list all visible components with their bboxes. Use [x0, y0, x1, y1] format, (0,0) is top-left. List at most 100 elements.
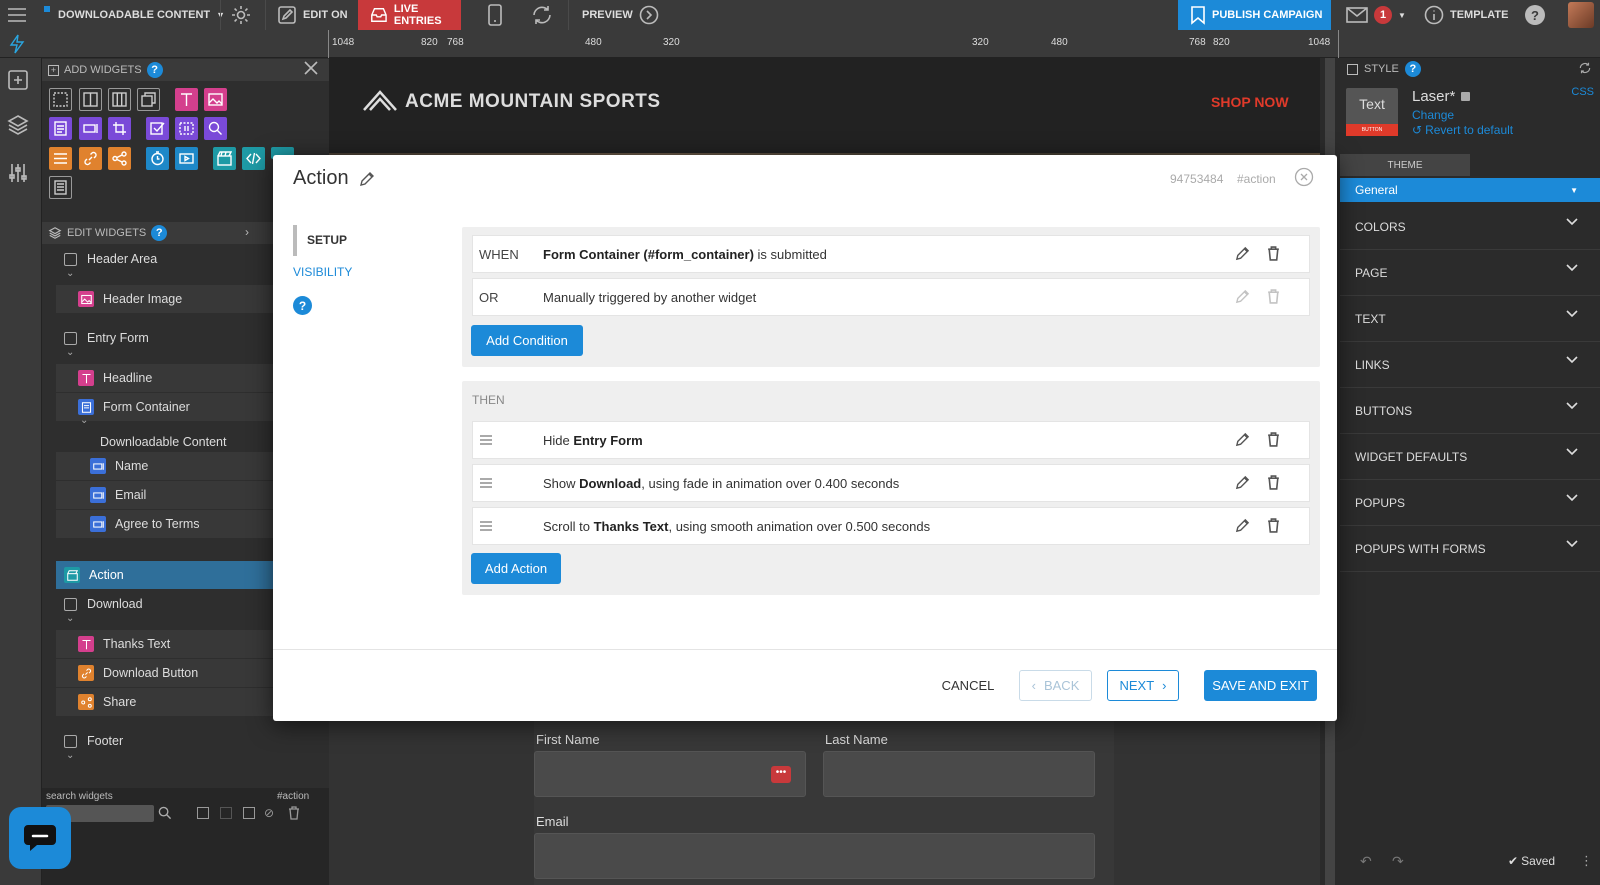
ruler-label[interactable]: 320 [663, 37, 680, 48]
drag-handle-icon[interactable] [473, 435, 543, 445]
ruler-label[interactable]: 480 [1051, 37, 1068, 48]
edit-pencil-icon[interactable] [359, 171, 375, 187]
save-and-exit-button[interactable]: SAVE AND EXIT [1204, 670, 1317, 701]
last-name-input[interactable] [823, 751, 1095, 797]
tree-item-form-container[interactable]: Form Container [56, 393, 310, 421]
add-widget-icon[interactable] [6, 68, 36, 98]
section-links[interactable]: LINKS [1340, 342, 1600, 388]
search-icon[interactable] [158, 806, 172, 820]
section-popups[interactable]: POPUPS [1340, 480, 1600, 526]
search-widget-icon[interactable] [204, 117, 227, 140]
select-icon[interactable] [243, 807, 255, 819]
ruler-label[interactable]: 768 [447, 37, 464, 48]
edit-on-toggle[interactable]: EDIT ON [277, 0, 348, 30]
help-button[interactable]: ? [1525, 0, 1545, 30]
trash-icon[interactable] [288, 806, 300, 820]
help-icon[interactable]: ? [1404, 61, 1421, 77]
tab-theme[interactable]: THEME [1340, 154, 1470, 176]
section-text[interactable]: TEXT [1340, 296, 1600, 342]
checkbox-widget-icon[interactable] [146, 117, 169, 140]
ruler-label[interactable]: 320 [972, 37, 989, 48]
tree-item-action[interactable]: Action [56, 561, 310, 589]
breakpoint-ruler[interactable]: 1048 820 768 480 320 320 480 768 820 104… [0, 30, 1600, 58]
tree-item-download[interactable]: Download [56, 590, 310, 618]
live-entries-button[interactable]: LIVE ENTRIES [358, 0, 461, 30]
css-link[interactable]: CSS [1571, 86, 1594, 98]
checkbox[interactable] [64, 252, 77, 266]
code-widget-icon[interactable] [242, 147, 265, 170]
sync-icon[interactable] [1578, 61, 1592, 75]
first-name-input[interactable]: ••• [534, 751, 806, 797]
section-page[interactable]: PAGE [1340, 250, 1600, 296]
tree-item-name[interactable]: Name [56, 452, 310, 480]
tree-item-header-image[interactable]: Header Image [56, 285, 310, 313]
ruler-label[interactable]: 480 [585, 37, 602, 48]
edit-pencil-icon[interactable] [1235, 475, 1250, 490]
redo-icon[interactable]: ↷ [1392, 853, 1404, 870]
ruler-label[interactable]: 820 [421, 37, 438, 48]
ruler-label[interactable]: 1048 [1308, 37, 1330, 48]
trash-icon[interactable] [1267, 475, 1280, 490]
add-condition-button[interactable]: Add Condition [471, 325, 583, 356]
section-colors[interactable]: COLORS [1340, 204, 1600, 250]
sliders-icon[interactable] [6, 161, 36, 191]
trash-icon[interactable] [1267, 246, 1280, 261]
chevron-down-icon[interactable]: ⌄ [80, 415, 88, 426]
tree-item-thanks-text[interactable]: Thanks Text [56, 630, 310, 658]
mobile-preview-icon[interactable] [488, 0, 502, 30]
user-avatar[interactable] [1568, 0, 1594, 30]
two-column-widget-icon[interactable] [79, 88, 102, 111]
change-theme-link[interactable]: Change [1412, 108, 1454, 122]
ruler-label[interactable]: 1048 [332, 37, 354, 48]
clapperboard-widget-icon[interactable] [213, 147, 236, 170]
menu-widget-icon[interactable] [49, 147, 72, 170]
help-icon[interactable]: ? [151, 225, 168, 241]
theme-thumbnail[interactable]: Text BUTTON [1346, 88, 1398, 136]
help-icon[interactable]: ? [146, 62, 163, 78]
template-button[interactable]: TEMPLATE [1424, 0, 1508, 30]
ruler-label[interactable]: 820 [1213, 37, 1230, 48]
input-widget-icon[interactable] [79, 117, 102, 140]
poll-widget-icon[interactable] [175, 117, 198, 140]
video-widget-icon[interactable] [175, 147, 198, 170]
lightning-icon[interactable] [8, 34, 26, 54]
autofill-dots-icon[interactable]: ••• [771, 766, 791, 783]
expand-right-icon[interactable]: › [245, 225, 249, 239]
messages-button[interactable]: 1 ▼ [1346, 0, 1406, 30]
theme-section-dropdown[interactable]: General ▼ [1340, 178, 1600, 202]
crop-widget-icon[interactable] [108, 117, 131, 140]
paste-icon[interactable] [220, 807, 232, 819]
tree-item-share[interactable]: Share [56, 688, 310, 716]
section-buttons[interactable]: BUTTONS [1340, 388, 1600, 434]
edit-pencil-icon[interactable] [1235, 432, 1250, 447]
back-button[interactable]: ‹ BACK [1019, 670, 1092, 701]
checkbox[interactable] [64, 331, 77, 345]
list-widget-icon[interactable] [49, 176, 72, 199]
text-widget-icon[interactable] [175, 88, 198, 111]
revert-to-default-link[interactable]: ↺ Revert to default [1412, 123, 1513, 137]
email-input[interactable] [534, 833, 1095, 879]
chevron-down-icon[interactable]: ⌄ [66, 347, 74, 358]
three-column-widget-icon[interactable] [108, 88, 131, 111]
tree-item-headline[interactable]: Headline [56, 364, 310, 392]
tab-visibility[interactable]: VISIBILITY [293, 265, 352, 279]
tree-item-download-button[interactable]: Download Button [56, 659, 310, 687]
section-popups-with-forms[interactable]: POPUPS WITH FORMS [1340, 526, 1600, 572]
hide-eye-icon[interactable]: ⊘ [264, 806, 274, 820]
more-vertical-icon[interactable]: ⋮ [1580, 853, 1593, 869]
tree-item-header-area[interactable]: Header Area [56, 245, 310, 273]
chat-support-button[interactable] [9, 807, 71, 869]
tab-setup[interactable]: SETUP [307, 233, 347, 247]
image-widget-icon[interactable] [204, 88, 227, 111]
help-icon[interactable]: ? [293, 296, 312, 315]
drag-handle-icon[interactable] [473, 478, 543, 488]
chevron-down-icon[interactable]: ⌄ [66, 613, 74, 624]
tree-item-footer[interactable]: Footer [56, 727, 310, 755]
checkbox[interactable] [64, 597, 77, 611]
copy-icon[interactable] [197, 807, 209, 819]
hamburger-menu-icon[interactable] [6, 0, 28, 30]
shop-now-link[interactable]: SHOP NOW [1211, 94, 1289, 110]
tree-item-agree-to-terms[interactable]: Agree to Terms [56, 510, 310, 538]
cancel-button[interactable]: CANCEL [935, 670, 1001, 701]
trash-icon[interactable] [1267, 518, 1280, 533]
